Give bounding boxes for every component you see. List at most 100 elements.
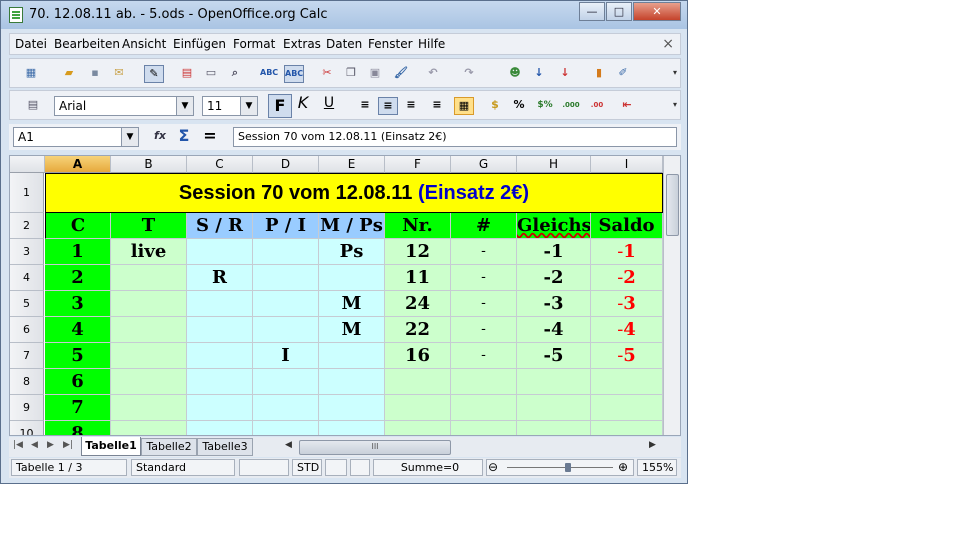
cell-a8[interactable]: 6 <box>45 369 111 395</box>
zoom-percent[interactable]: 155% <box>637 459 677 476</box>
auto-spellcheck-icon[interactable]: ABC <box>284 65 304 83</box>
save-icon[interactable]: ▪ <box>86 65 104 81</box>
align-right-icon[interactable]: ≡ <box>402 97 420 113</box>
chevron-down-icon[interactable]: ▼ <box>121 128 138 146</box>
column-header-g[interactable]: G <box>451 156 517 173</box>
cell-f5[interactable]: 24 <box>385 291 451 317</box>
cell-c3[interactable] <box>187 239 253 265</box>
menu-bearbeiten[interactable]: Bearbeiten <box>54 37 120 51</box>
align-center-icon[interactable]: ≡ <box>378 97 398 115</box>
row-header-5[interactable]: 5 <box>10 291 44 317</box>
cell-h7[interactable]: -5 <box>517 343 591 369</box>
email-icon[interactable]: ✉ <box>110 65 128 81</box>
menu-fenster[interactable]: Fenster <box>368 37 413 51</box>
cell-c4[interactable]: R <box>187 265 253 291</box>
cell-a9[interactable]: 7 <box>45 395 111 421</box>
draw-functions-icon[interactable]: ✐ <box>614 65 632 81</box>
sum-button[interactable]: Σ <box>175 128 193 144</box>
cell-i8[interactable] <box>591 369 663 395</box>
row-header-8[interactable]: 8 <box>10 369 44 395</box>
cell-h5[interactable]: -3 <box>517 291 591 317</box>
currency-format-icon[interactable]: $ <box>486 97 504 113</box>
column-header-c[interactable]: C <box>187 156 253 173</box>
vertical-scrollbar[interactable] <box>663 156 680 435</box>
cell-f6[interactable]: 22 <box>385 317 451 343</box>
cell-b7[interactable] <box>111 343 187 369</box>
cell-g8[interactable] <box>451 369 517 395</box>
vertical-scroll-thumb[interactable] <box>666 174 679 236</box>
cell-i10[interactable] <box>591 421 663 435</box>
cell-f3[interactable]: 12 <box>385 239 451 265</box>
cell-c6[interactable] <box>187 317 253 343</box>
header-p-i[interactable]: P / I <box>253 213 319 239</box>
cell-a4[interactable]: 2 <box>45 265 111 291</box>
navigator-icon[interactable]: ☻ <box>506 65 524 81</box>
align-left-icon[interactable]: ≡ <box>356 97 374 113</box>
cell-b6[interactable] <box>111 317 187 343</box>
column-header-d[interactable]: D <box>253 156 319 173</box>
edit-mode-icon[interactable]: ✎ <box>144 65 164 83</box>
header-c[interactable]: C <box>45 213 111 239</box>
cell-g6[interactable]: - <box>451 317 517 343</box>
cell-h9[interactable] <box>517 395 591 421</box>
cell-e5[interactable]: M <box>319 291 385 317</box>
add-decimal-button[interactable]: .000 <box>560 97 582 113</box>
header-nr[interactable]: Nr. <box>385 213 451 239</box>
header-gleichs[interactable]: Gleichs. <box>517 213 591 239</box>
horizontal-scroll-thumb[interactable]: III <box>299 440 451 455</box>
cell-e3[interactable]: Ps <box>319 239 385 265</box>
underline-button[interactable]: U <box>320 95 338 111</box>
function-wizard-icon[interactable]: fx <box>151 128 169 144</box>
header-saldo[interactable]: Saldo <box>591 213 663 239</box>
cell-d6[interactable] <box>253 317 319 343</box>
pdf-export-icon[interactable]: ▤ <box>178 65 196 81</box>
column-header-i[interactable]: I <box>591 156 663 173</box>
chart-icon[interactable]: ▮ <box>590 65 608 81</box>
toolbar-overflow-icon[interactable]: ▾ <box>666 97 684 113</box>
cell-e4[interactable] <box>319 265 385 291</box>
cell-b4[interactable] <box>111 265 187 291</box>
menu-daten[interactable]: Daten <box>326 37 362 51</box>
header-hash[interactable]: # <box>451 213 517 239</box>
sort-ascending-icon[interactable]: ↓ <box>530 65 548 81</box>
tab-tabelle2[interactable]: Tabelle2 <box>141 438 197 456</box>
redo-icon[interactable]: ↷ <box>460 65 478 81</box>
menu-ansicht[interactable]: Ansicht <box>122 37 166 51</box>
cell-h3[interactable]: -1 <box>517 239 591 265</box>
cell-f7[interactable]: 16 <box>385 343 451 369</box>
menu-extras[interactable]: Extras <box>283 37 321 51</box>
cell-e7[interactable] <box>319 343 385 369</box>
row-header-10[interactable]: 10 <box>10 421 44 435</box>
row-header-7[interactable]: 7 <box>10 343 44 369</box>
cell-i9[interactable] <box>591 395 663 421</box>
standard-format-button[interactable]: $% <box>536 97 554 113</box>
column-header-b[interactable]: B <box>111 156 187 173</box>
cell-i6[interactable]: -4 <box>591 317 663 343</box>
cell-d3[interactable] <box>253 239 319 265</box>
cell-d7[interactable]: I <box>253 343 319 369</box>
function-button[interactable]: = <box>201 128 219 144</box>
print-preview-icon[interactable]: ⌕ <box>226 65 244 81</box>
cell-e6[interactable]: M <box>319 317 385 343</box>
minimize-button[interactable]: — <box>579 2 605 21</box>
maximize-button[interactable]: □ <box>606 2 632 21</box>
print-icon[interactable]: ▭ <box>202 65 220 81</box>
spellcheck-icon[interactable]: ABC <box>260 65 278 81</box>
column-header-e[interactable]: E <box>319 156 385 173</box>
tab-tabelle3[interactable]: Tabelle3 <box>197 438 253 456</box>
cell-c10[interactable] <box>187 421 253 435</box>
cell-c5[interactable] <box>187 291 253 317</box>
cut-icon[interactable]: ✂ <box>318 65 336 81</box>
cell-b10[interactable] <box>111 421 187 435</box>
chevron-down-icon[interactable]: ▼ <box>176 97 193 115</box>
select-all-corner[interactable] <box>10 156 45 173</box>
cell-c8[interactable] <box>187 369 253 395</box>
menu-format[interactable]: Format <box>233 37 275 51</box>
cell-a10[interactable]: 8 <box>45 421 111 435</box>
cell-i4[interactable]: -2 <box>591 265 663 291</box>
zoom-handle[interactable] <box>565 463 571 472</box>
cell-c9[interactable] <box>187 395 253 421</box>
cell-a7[interactable]: 5 <box>45 343 111 369</box>
cell-f10[interactable] <box>385 421 451 435</box>
next-sheet-icon[interactable]: ▶ <box>47 440 54 450</box>
